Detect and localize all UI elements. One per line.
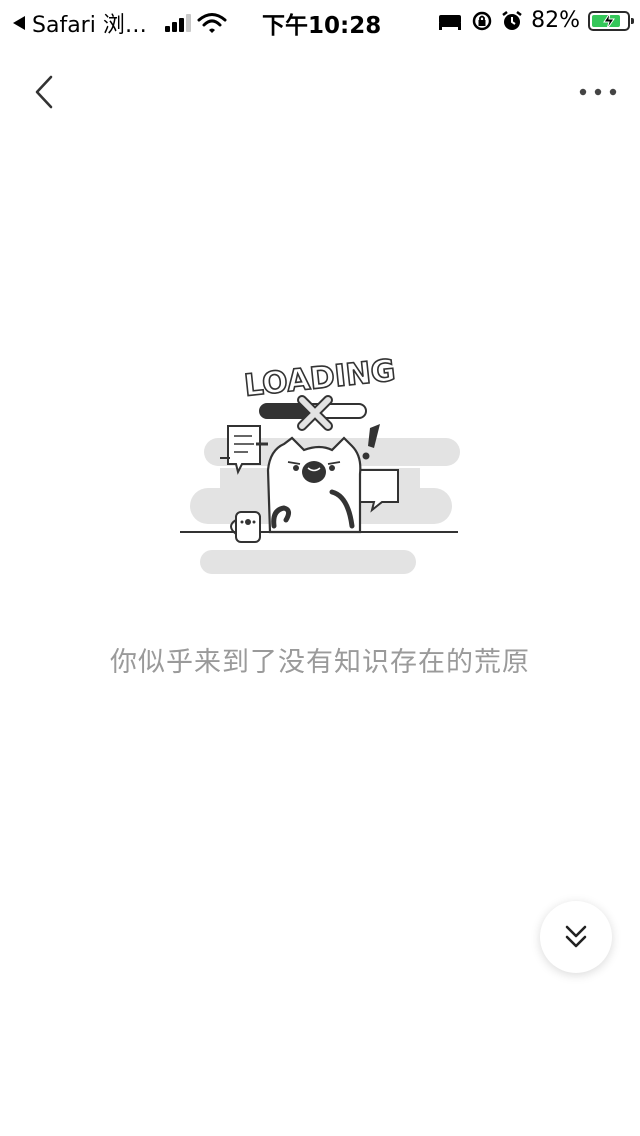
empty-state-message: 你似乎来到了没有知识存在的荒原: [110, 647, 530, 678]
alarm-clock-icon: [502, 10, 522, 30]
back-button[interactable]: [22, 70, 66, 114]
nav-bar: [0, 62, 640, 122]
scroll-to-bottom-button[interactable]: [540, 901, 612, 973]
mug-icon: [230, 511, 261, 543]
loading-heading: LOADING: [243, 353, 398, 404]
cellular-signal-icon: [164, 14, 191, 32]
chevron-left-icon: [35, 75, 53, 109]
status-bar: Safari 浏… 下午10:28 82%: [0, 0, 640, 40]
more-button[interactable]: [574, 70, 622, 114]
back-triangle-icon: [13, 16, 25, 30]
status-left[interactable]: Safari 浏…: [12, 7, 227, 39]
battery-icon: [588, 10, 634, 31]
cat-character: [266, 436, 362, 534]
loading-cat-illustration: LOADING: [180, 352, 460, 574]
status-time: 下午10:28: [262, 13, 382, 39]
status-right: 82%: [437, 8, 634, 33]
charging-bolt-icon: [603, 12, 615, 29]
battery-percent: 82%: [531, 8, 580, 33]
back-app-label[interactable]: Safari 浏…: [32, 7, 147, 39]
more-horizontal-icon: [579, 88, 617, 96]
double-chevron-down-icon: [565, 925, 587, 948]
rotation-lock-icon: [472, 11, 492, 30]
sleep-bed-icon: [439, 14, 462, 30]
wifi-icon: [197, 13, 227, 33]
